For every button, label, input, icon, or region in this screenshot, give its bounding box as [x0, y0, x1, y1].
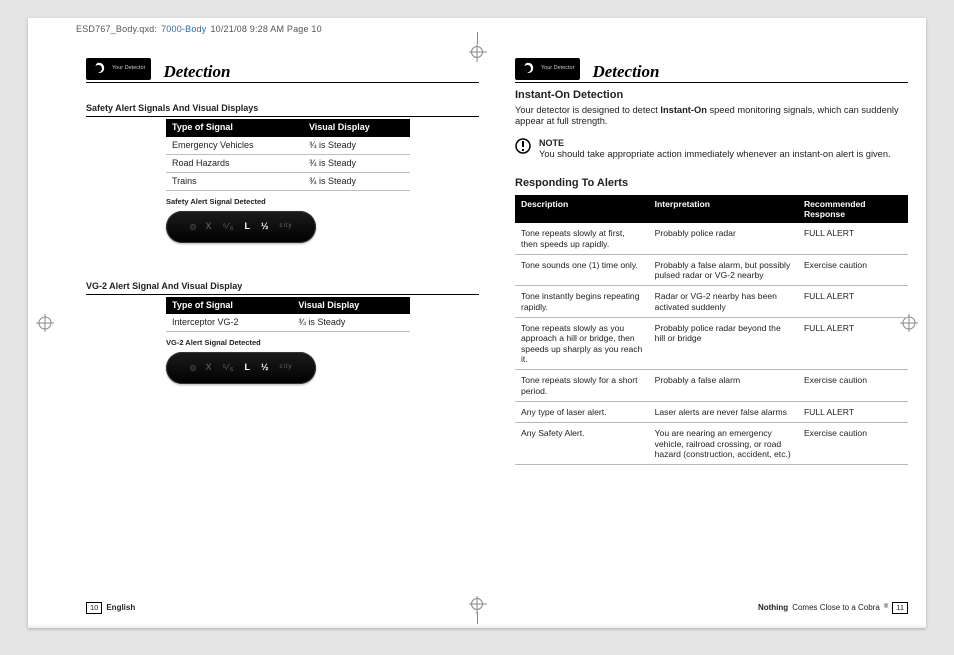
table-header: Type of Signal	[166, 297, 292, 314]
page-heading: Your Detector Detection	[86, 58, 479, 83]
print-job-header: ESD767_Body.qxd: 7000-Body 10/21/08 9:28…	[76, 24, 322, 34]
print-rest: 10/21/08 9:28 AM Page 10	[210, 24, 321, 34]
table-header: Visual Display	[303, 119, 410, 136]
table-header: Type of Signal	[166, 119, 303, 136]
table-row: Interceptor VG-2¾ is Steady	[166, 314, 410, 332]
indicator-dot-icon	[190, 224, 196, 230]
swirl-icon	[90, 60, 108, 78]
device-caption: VG-2 Alert Signal Detected	[166, 338, 479, 347]
section-heading: VG-2 Alert Signal And Visual Display	[86, 267, 479, 295]
page-number: 11	[892, 602, 908, 615]
table-header: Recommended Response	[798, 195, 908, 224]
registration-mark-left	[36, 314, 54, 332]
table-header: Visual Display	[292, 297, 409, 314]
instant-on-body: Your detector is designed to detect Inst…	[515, 105, 908, 128]
page-footer-right: Nothing Comes Close to a Cobra ® 11	[758, 602, 908, 615]
note-icon	[515, 138, 531, 154]
table-row: Tone sounds one (1) time only.Probably a…	[515, 254, 908, 286]
page-title: Detection	[592, 61, 659, 82]
logo-tiny-text: Your Detector	[112, 66, 145, 72]
indicator-dot-icon	[190, 365, 196, 371]
table-row: Any Safety Alert.You are nearing an emer…	[515, 423, 908, 465]
table-row: Road Hazards¾ is Steady	[166, 154, 410, 172]
note-text: You should take appropriate action immed…	[539, 149, 891, 161]
note-label: NOTE	[539, 138, 891, 149]
crop-mark-top	[471, 32, 483, 58]
note-block: NOTE You should take appropriate action …	[515, 138, 908, 161]
table-row: Any type of laser alert.Laser alerts are…	[515, 401, 908, 422]
page-footer-left: 10 English	[86, 602, 135, 615]
print-file: ESD767_Body.qxd:	[76, 24, 157, 34]
edge-shadow	[28, 624, 926, 628]
responding-heading: Responding To Alerts	[515, 177, 908, 191]
section-heading: Safety Alert Signals And Visual Displays	[86, 89, 479, 117]
table-row: Emergency Vehicles¾ is Steady	[166, 137, 410, 155]
device-caption: Safety Alert Signal Detected	[166, 197, 479, 206]
print-blue: 7000-Body	[161, 24, 206, 34]
registered-mark-icon: ®	[884, 604, 888, 612]
swirl-icon	[519, 60, 537, 78]
responding-table: Description Interpretation Recommended R…	[515, 195, 908, 466]
page-footer-label: English	[106, 603, 135, 613]
logo-badge: Your Detector	[515, 58, 580, 80]
table-row: Trains¾ is Steady	[166, 173, 410, 191]
page-right: Your Detector Detection Instant-On Detec…	[515, 58, 908, 614]
table-row: Tone repeats slowly at first, then speed…	[515, 223, 908, 254]
instant-on-heading: Instant-On Detection	[515, 89, 908, 103]
table-row: Tone repeats slowly as you approach a hi…	[515, 318, 908, 370]
logo-badge: Your Detector	[86, 58, 151, 80]
vg2-table: Type of Signal Visual Display Intercepto…	[166, 297, 410, 333]
table-header: Description	[515, 195, 649, 224]
page-title: Detection	[163, 61, 230, 82]
detector-display: X ⁵⁄₆ L ½ city	[166, 211, 316, 243]
safety-alert-table: Type of Signal Visual Display Emergency …	[166, 119, 410, 191]
detector-display: X ⁵⁄₆ L ½ city	[166, 352, 316, 384]
footer-bold: Nothing	[758, 603, 788, 613]
table-header: Interpretation	[649, 195, 798, 224]
footer-rest: Comes Close to a Cobra	[792, 603, 880, 613]
page-left: Your Detector Detection Safety Alert Sig…	[86, 58, 479, 614]
logo-tiny-text: Your Detector	[541, 66, 574, 72]
page-number: 10	[86, 602, 102, 615]
page-heading: Your Detector Detection	[515, 58, 908, 83]
document-sheet: ESD767_Body.qxd: 7000-Body 10/21/08 9:28…	[28, 18, 926, 628]
table-row: Tone repeats slowly for a short period.P…	[515, 370, 908, 402]
table-row: Tone instantly begins repeating rapidly.…	[515, 286, 908, 318]
